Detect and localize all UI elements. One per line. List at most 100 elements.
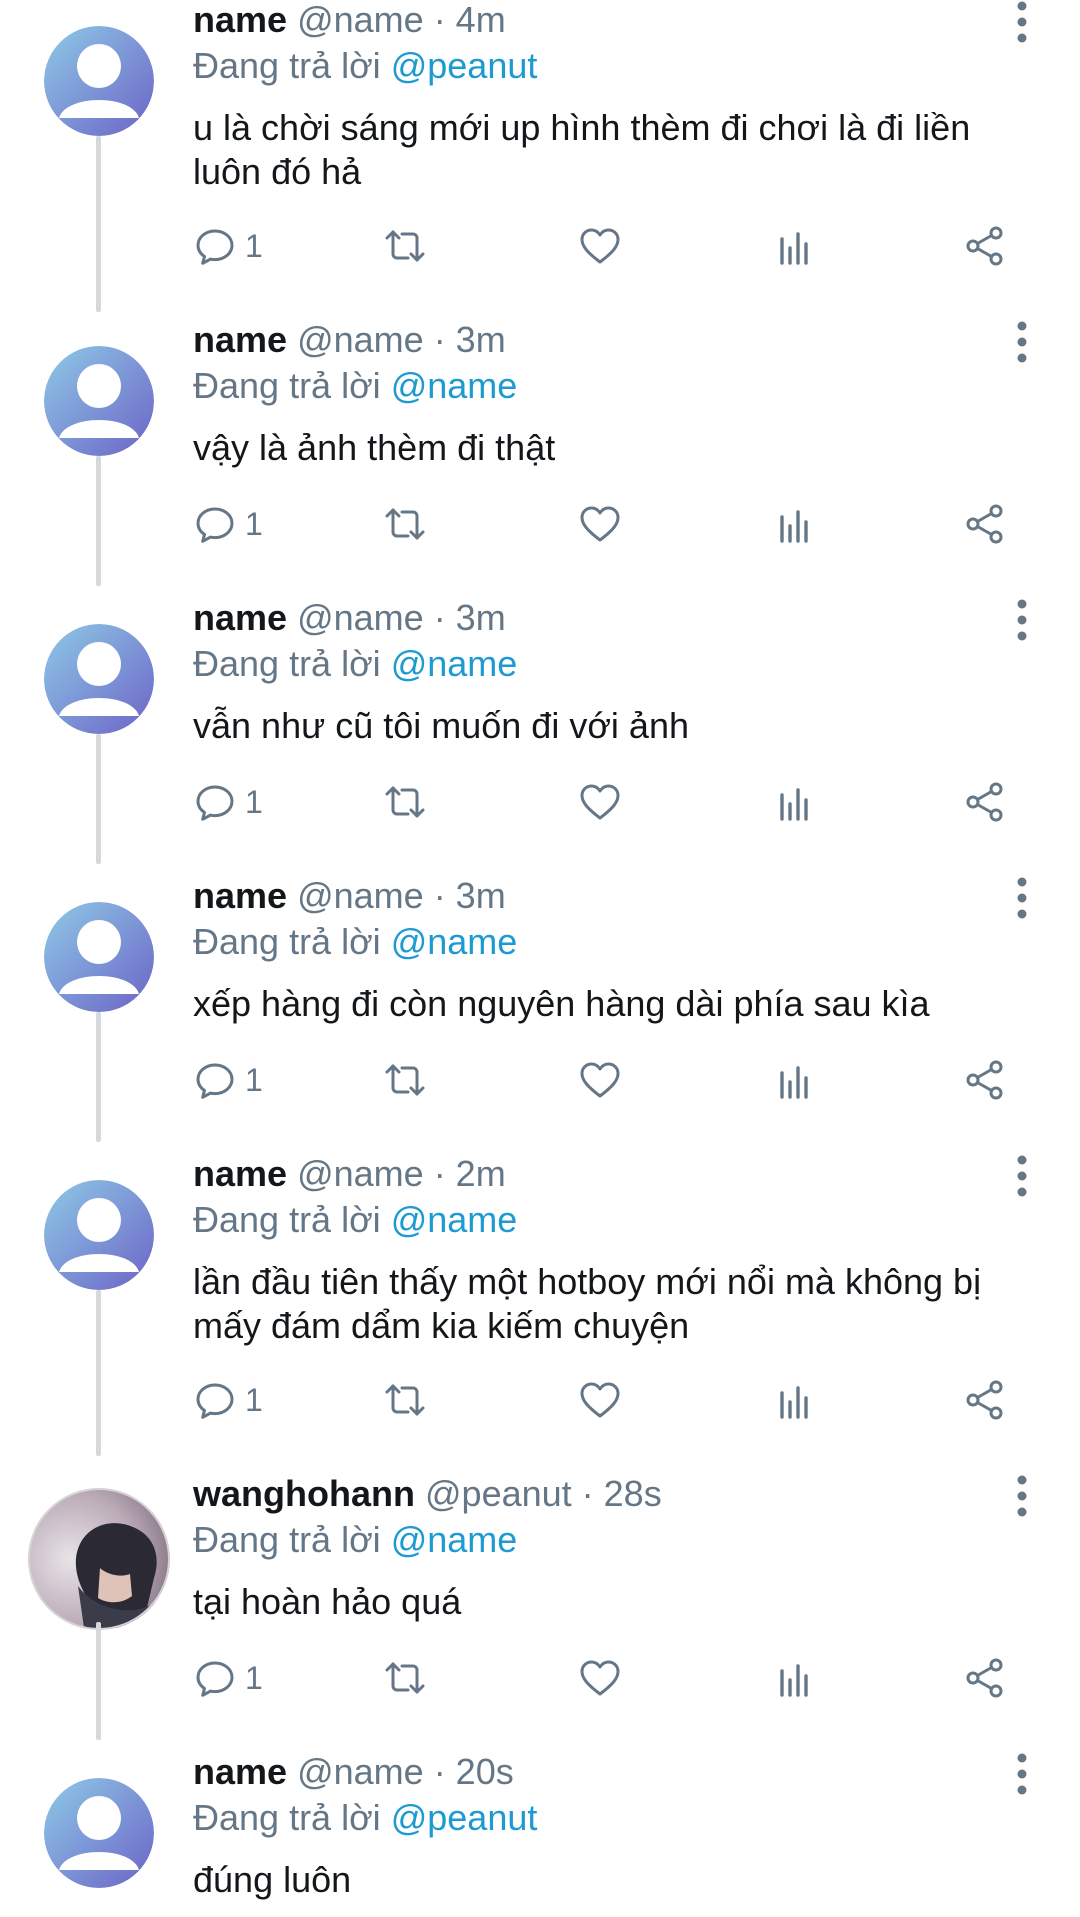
replying-to: Đang trả lời @name [193, 1520, 517, 1560]
heart-icon [580, 784, 620, 820]
replying-to-label: Đang trả lời [193, 365, 381, 406]
mention-link[interactable]: @name [391, 1199, 518, 1240]
share-button[interactable] [963, 498, 1007, 550]
display-name[interactable]: wanghohann [193, 1473, 415, 1514]
tweet-header: wanghohann @peanut · 28s [193, 1474, 662, 1514]
share-icon [966, 782, 1003, 822]
display-name[interactable]: name [193, 597, 287, 638]
stats-icon [780, 510, 808, 543]
reply-button[interactable]: 1 [193, 498, 263, 550]
retweet-button[interactable] [383, 498, 427, 550]
retweet-icon [385, 786, 425, 818]
mention-link[interactable]: @peanut [391, 1797, 538, 1838]
tweet-text: vậy là ảnh thèm đi thật [193, 427, 556, 468]
share-icon [966, 1658, 1003, 1698]
stats-icon [780, 788, 808, 821]
mention-link[interactable]: @name [391, 1519, 518, 1560]
retweet-icon [385, 1384, 425, 1416]
replying-to-label: Đang trả lời [193, 1199, 381, 1240]
default-avatar[interactable] [44, 1180, 154, 1290]
display-name[interactable]: name [193, 1751, 287, 1792]
share-button[interactable] [963, 220, 1007, 272]
reply-button[interactable]: 1 [193, 776, 263, 828]
more-vertical-icon[interactable] [1008, 1752, 1036, 1796]
more-vertical-icon[interactable] [1008, 1154, 1036, 1198]
heart-icon [580, 506, 620, 542]
tweet-text: vẫn như cũ tôi muốn đi với ảnh [193, 705, 689, 746]
stats-button[interactable] [773, 220, 817, 272]
stats-icon [780, 1664, 808, 1697]
replying-to: Đang trả lời @name [193, 644, 517, 684]
reply-button[interactable]: 1 [193, 1374, 263, 1426]
more-vertical-icon[interactable] [1008, 0, 1036, 44]
more-vertical-icon[interactable] [1008, 876, 1036, 920]
display-name[interactable]: name [193, 1153, 287, 1194]
display-name[interactable]: name [193, 0, 287, 40]
retweet-button[interactable] [383, 1374, 427, 1426]
reply-button[interactable]: 1 [193, 1652, 263, 1704]
mention-link[interactable]: @name [391, 921, 518, 962]
like-button[interactable] [578, 1054, 622, 1106]
photo-avatar[interactable] [28, 1488, 170, 1630]
share-button[interactable] [963, 1652, 1007, 1704]
share-button[interactable] [963, 1054, 1007, 1106]
stats-button[interactable] [773, 1652, 817, 1704]
display-name[interactable]: name [193, 875, 287, 916]
stats-button[interactable] [773, 776, 817, 828]
more-vertical-icon[interactable] [1008, 1474, 1036, 1518]
stats-button[interactable] [773, 498, 817, 550]
more-vertical-icon[interactable] [1008, 320, 1036, 364]
default-avatar[interactable] [44, 346, 154, 456]
default-avatar[interactable] [44, 1778, 154, 1888]
replying-to-label: Đang trả lời [193, 1797, 381, 1838]
share-icon [966, 504, 1003, 544]
mention-link[interactable]: @name [391, 643, 518, 684]
reply-count: 1 [245, 227, 263, 264]
handle: @name [297, 875, 424, 916]
like-button[interactable] [578, 776, 622, 828]
action-bar: 1 [193, 220, 1033, 272]
retweet-icon [385, 230, 425, 262]
reply-count: 1 [245, 783, 263, 820]
like-button[interactable] [578, 1652, 622, 1704]
replying-to: Đang trả lời @name [193, 366, 517, 406]
mention-link[interactable]: @peanut [391, 45, 538, 86]
share-icon [966, 226, 1003, 266]
handle: @name [297, 1153, 424, 1194]
tweet-text: lần đầu tiên thấy một hotboy mới nổi mà … [193, 1261, 982, 1346]
stats-button[interactable] [773, 1374, 817, 1426]
retweet-button[interactable] [383, 220, 427, 272]
default-avatar[interactable] [44, 26, 154, 136]
reply-icon [196, 1383, 234, 1419]
retweet-button[interactable] [383, 776, 427, 828]
retweet-button[interactable] [383, 1652, 427, 1704]
more-vertical-icon[interactable] [1008, 598, 1036, 642]
reply-button[interactable]: 1 [193, 1054, 263, 1106]
share-button[interactable] [963, 1374, 1007, 1426]
stats-button[interactable] [773, 1054, 817, 1106]
retweet-icon [385, 1064, 425, 1096]
tweet-text: tại hoàn hảo quá [193, 1581, 462, 1622]
replying-to: Đang trả lời @peanut [193, 1798, 537, 1838]
display-name[interactable]: name [193, 319, 287, 360]
thread-line [96, 1012, 101, 1142]
mention-link[interactable]: @name [391, 365, 518, 406]
share-button[interactable] [963, 776, 1007, 828]
like-button[interactable] [578, 220, 622, 272]
reply-button[interactable]: 1 [193, 220, 263, 272]
handle: @name [297, 0, 424, 40]
default-avatar[interactable] [44, 624, 154, 734]
reply-icon [196, 229, 234, 265]
reply-icon [196, 1063, 234, 1099]
action-bar: 1 [193, 776, 1033, 828]
like-button[interactable] [578, 1374, 622, 1426]
retweet-icon [385, 508, 425, 540]
retweet-button[interactable] [383, 1054, 427, 1106]
replying-to-label: Đang trả lời [193, 1519, 381, 1560]
like-button[interactable] [578, 498, 622, 550]
thread-line [96, 1290, 101, 1456]
replying-to: Đang trả lời @name [193, 1200, 517, 1240]
default-avatar[interactable] [44, 902, 154, 1012]
timestamp: · 2m [433, 1153, 506, 1194]
reply-count: 1 [245, 1061, 263, 1098]
